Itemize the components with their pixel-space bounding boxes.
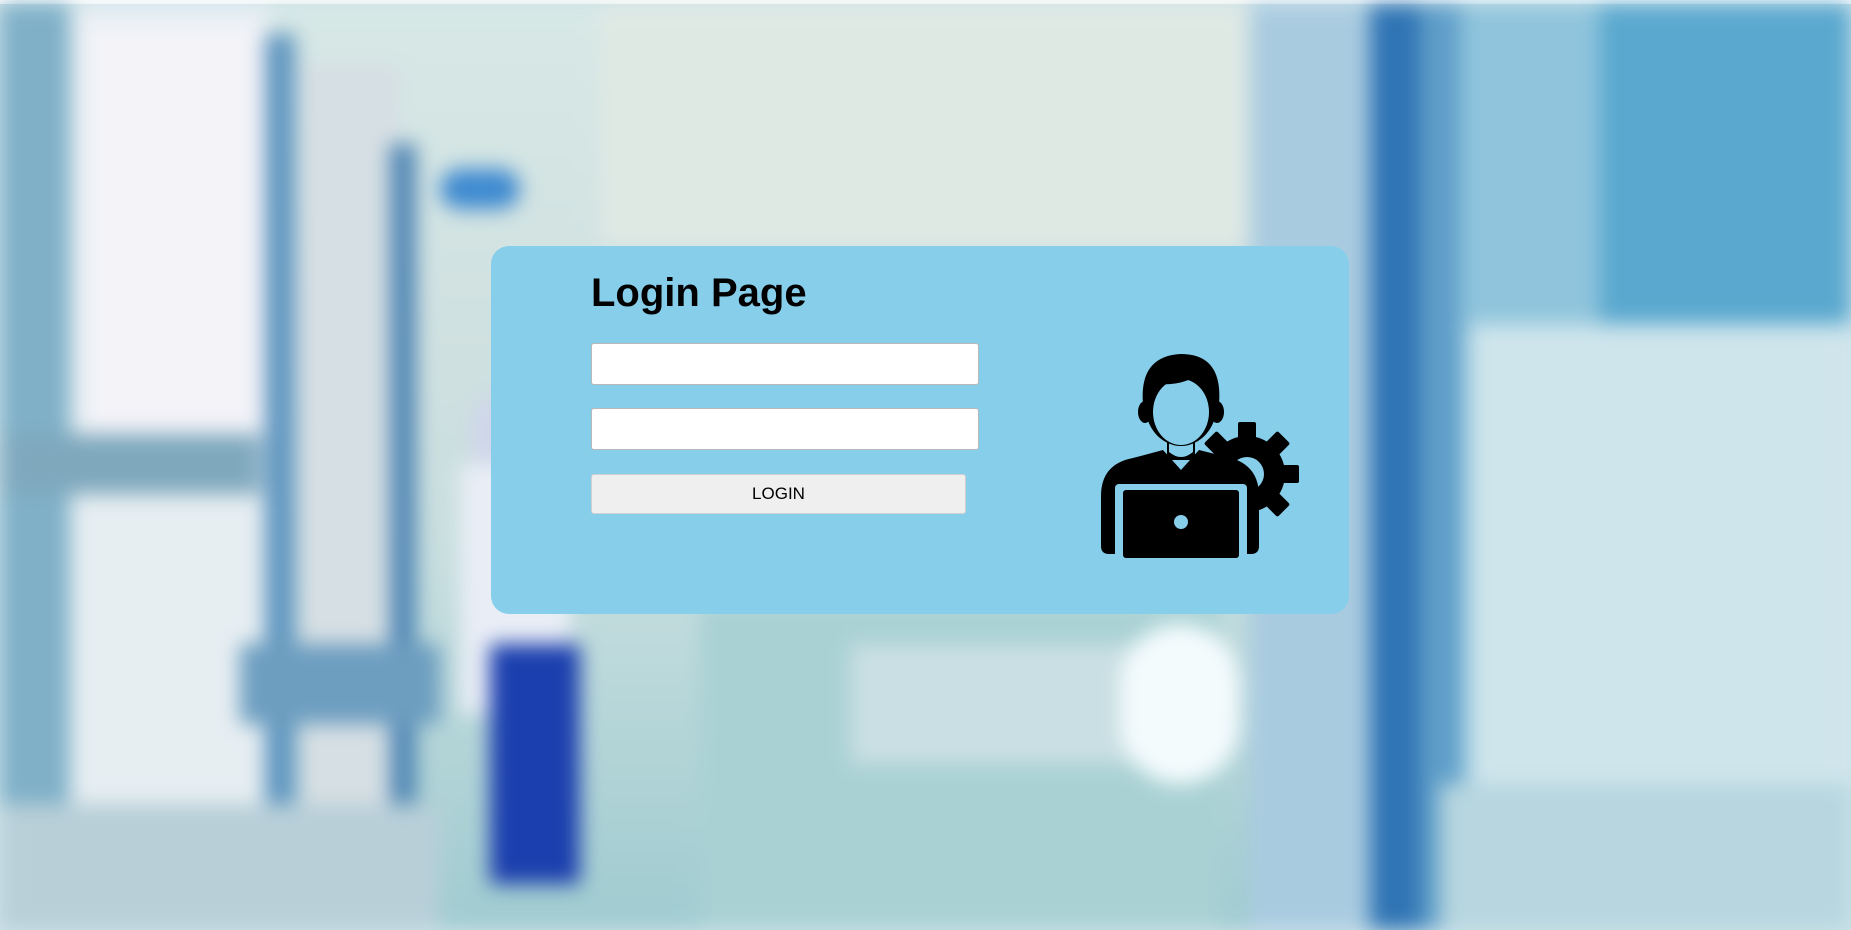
page-viewport: Login Page LOGIN <box>0 0 1851 930</box>
login-button[interactable]: LOGIN <box>591 474 966 514</box>
username-field[interactable] <box>591 343 979 385</box>
page-title: Login Page <box>591 271 807 315</box>
password-field[interactable] <box>591 408 979 450</box>
login-card: Login Page LOGIN <box>491 246 1349 614</box>
user-with-laptop-and-gear-icon <box>1101 354 1299 558</box>
